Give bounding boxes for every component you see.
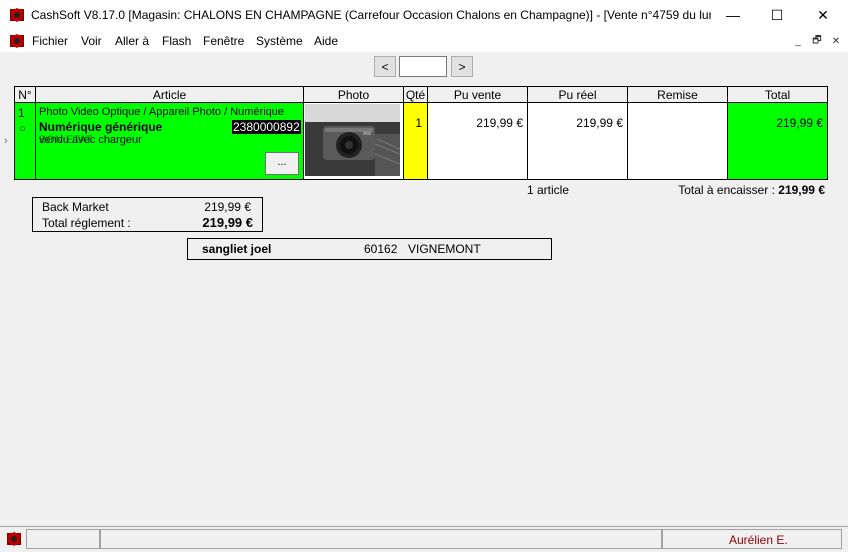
total-to-collect: Total à encaisser : 219,99 € bbox=[678, 183, 825, 197]
sale-number-input[interactable] bbox=[399, 56, 447, 77]
header-article[interactable]: Article bbox=[36, 87, 304, 103]
payment-method: Back Market bbox=[42, 200, 109, 214]
maximize-button[interactable]: ☐ bbox=[754, 0, 800, 30]
menu-bar: Fichier Voir Aller à Flash Fenêtre Systè… bbox=[0, 30, 848, 52]
status-logo-icon bbox=[6, 531, 22, 547]
sale-lines-grid: N° Article Photo Qté Pu vente Pu réel Re… bbox=[14, 86, 828, 180]
payment-total-label: Total réglement : bbox=[42, 216, 131, 230]
total-to-collect-value: 219,99 € bbox=[778, 183, 825, 197]
cell-pu-reel: 219,99 € bbox=[528, 103, 628, 179]
row-status-circle: ○ bbox=[19, 123, 26, 135]
header-photo[interactable]: Photo bbox=[304, 87, 404, 103]
cell-article: Photo Video Optique / Appareil Photo / N… bbox=[36, 103, 304, 179]
title-bar: CashSoft V8.17.0 [Magasin: CHALONS EN CH… bbox=[0, 0, 848, 30]
mdi-close-button[interactable]: ✕ bbox=[827, 33, 845, 49]
app-logo-icon bbox=[9, 7, 25, 23]
next-sale-button[interactable]: > bbox=[451, 56, 473, 77]
status-pane-user: Aurélien E. bbox=[662, 529, 842, 549]
close-button[interactable]: ✕ bbox=[800, 0, 846, 30]
customer-name: sangliet joel bbox=[202, 242, 272, 256]
header-total[interactable]: Total bbox=[728, 87, 827, 103]
cell-num: 1 ○ bbox=[15, 103, 36, 179]
payment-box: Back Market 219,99 € Total réglement : 2… bbox=[32, 197, 263, 232]
payment-total-amount: 219,99 € bbox=[202, 215, 253, 230]
customer-box[interactable]: sangliet joel 60162 VIGNEMONT bbox=[187, 238, 552, 260]
qty-value: 1 bbox=[415, 116, 422, 130]
status-pane-left bbox=[26, 529, 100, 549]
status-pane-middle bbox=[100, 529, 662, 549]
customer-city: VIGNEMONT bbox=[408, 242, 481, 256]
mdi-restore-button[interactable]: 🗗 bbox=[808, 33, 826, 49]
mdi-child-icon[interactable] bbox=[9, 33, 25, 49]
row-number: 1 bbox=[18, 106, 25, 120]
cell-pu-vente: 219,99 € bbox=[428, 103, 528, 179]
menu-voir[interactable]: Voir bbox=[81, 34, 102, 48]
menu-fichier[interactable]: Fichier bbox=[32, 34, 68, 48]
menu-flash[interactable]: Flash bbox=[162, 34, 191, 48]
product-photo[interactable] bbox=[305, 104, 400, 176]
header-remise[interactable]: Remise bbox=[628, 87, 728, 103]
article-category: Photo Video Optique / Appareil Photo / N… bbox=[39, 106, 285, 118]
menu-aide[interactable]: Aide bbox=[314, 34, 338, 48]
payment-method-amount: 219,99 € bbox=[204, 200, 251, 214]
article-more-button[interactable]: ... bbox=[265, 152, 299, 175]
camera-photo-icon bbox=[305, 104, 400, 176]
table-row[interactable]: 1 ○ Photo Video Optique / Appareil Photo… bbox=[15, 103, 827, 179]
total-to-collect-label: Total à encaisser : bbox=[678, 183, 775, 197]
menu-fenetre[interactable]: Fenêtre bbox=[203, 34, 244, 48]
article-barcode: 2380000892 bbox=[232, 120, 301, 134]
cell-total: 219,99 € bbox=[728, 103, 827, 179]
row-arrow-icon: › bbox=[4, 135, 8, 147]
status-bar: Aurélien E. bbox=[0, 526, 848, 552]
article-count: 1 article bbox=[527, 183, 570, 197]
cell-qty: 1 bbox=[404, 103, 428, 179]
header-num[interactable]: N° bbox=[15, 87, 36, 103]
mdi-minimize-button[interactable]: _ bbox=[789, 33, 807, 49]
article-name: Numérique générique bbox=[39, 120, 163, 134]
window-title: CashSoft V8.17.0 [Magasin: CHALONS EN CH… bbox=[31, 8, 711, 22]
menu-systeme[interactable]: Système bbox=[256, 34, 303, 48]
status-user: Aurélien E. bbox=[729, 533, 788, 547]
header-pu-reel[interactable]: Pu réel bbox=[528, 87, 628, 103]
minimize-button[interactable]: — bbox=[710, 0, 756, 30]
prev-sale-button[interactable]: < bbox=[374, 56, 396, 77]
cell-remise bbox=[628, 103, 728, 179]
header-pu-vente[interactable]: Pu vente bbox=[428, 87, 528, 103]
menu-aller-a[interactable]: Aller à bbox=[115, 34, 149, 48]
customer-postcode: 60162 bbox=[364, 242, 398, 256]
article-detail: vendu avec chargeur bbox=[39, 134, 142, 146]
header-qty[interactable]: Qté bbox=[404, 87, 428, 103]
cell-photo bbox=[304, 103, 404, 179]
